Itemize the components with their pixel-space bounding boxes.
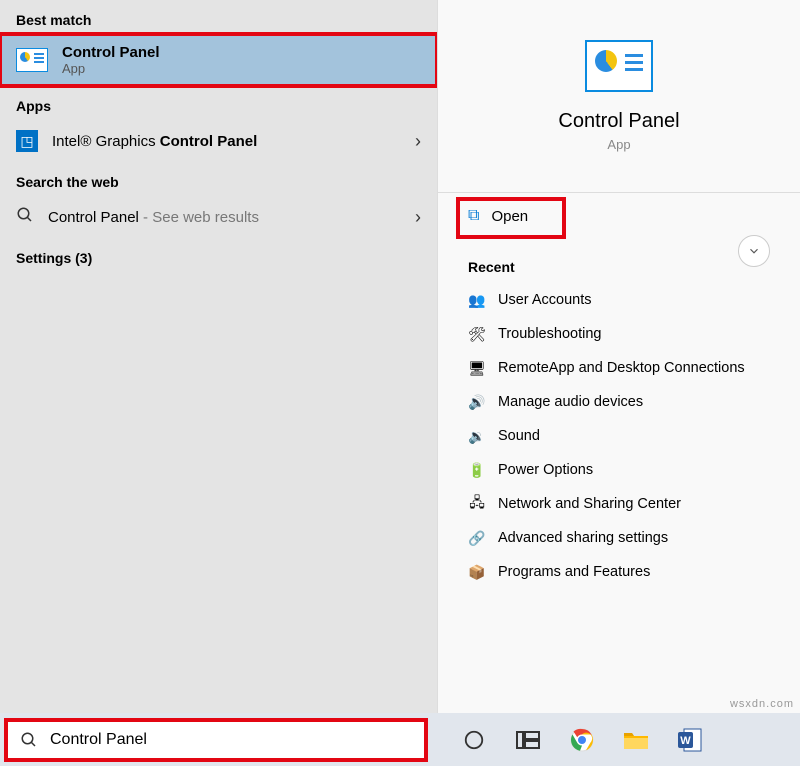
apps-heading: Apps [0, 86, 437, 120]
recent-remoteapp[interactable]: 🖥RemoteApp and Desktop Connections [438, 351, 800, 385]
recent-advanced-sharing[interactable]: 🔗Advanced sharing settings [438, 521, 800, 555]
intel-icon: ◳ [16, 130, 38, 152]
chevron-right-icon: › [415, 207, 421, 228]
best-match-heading: Best match [0, 0, 437, 34]
recent-sound[interactable]: 🔉Sound [438, 419, 800, 453]
search-preview-right-pane: Control Panel App ⧉ Open Recent 👥User Ac… [437, 0, 800, 713]
search-results-left-pane: Best match Control Panel App Apps ◳ Inte… [0, 0, 437, 713]
troubleshooting-icon: 🛠 [468, 325, 486, 343]
control-panel-large-icon [585, 40, 653, 92]
remoteapp-icon: 🖥 [468, 359, 486, 377]
audio-icon: 🔊 [468, 393, 486, 411]
svg-text:W: W [680, 735, 691, 747]
search-input[interactable] [48, 730, 412, 750]
control-panel-icon [16, 48, 48, 72]
apps-result-intel-graphics[interactable]: ◳ Intel® Graphics Control Panel › [0, 120, 437, 162]
watermark: wsxdn.com [730, 698, 794, 710]
best-match-subtitle: App [62, 61, 160, 76]
cortana-button[interactable] [456, 722, 492, 758]
open-icon: ⧉ [468, 207, 479, 225]
user-accounts-icon: 👥 [468, 291, 486, 309]
recent-programs-features[interactable]: 📦Programs and Features [438, 555, 800, 589]
chrome-taskbar-icon[interactable] [564, 722, 600, 758]
best-match-title: Control Panel [62, 44, 160, 61]
best-match-result[interactable]: Control Panel App [0, 34, 437, 86]
recent-network-sharing[interactable]: 🖧Network and Sharing Center [438, 487, 800, 521]
recent-audio-devices[interactable]: 🔊Manage audio devices [438, 385, 800, 419]
sharing-icon: 🔗 [468, 529, 486, 547]
recent-power-options[interactable]: 🔋Power Options [438, 453, 800, 487]
search-icon [16, 206, 34, 228]
search-web-heading: Search the web [0, 162, 437, 196]
settings-heading[interactable]: Settings (3) [0, 238, 437, 272]
preview-subtitle: App [438, 137, 800, 152]
sound-icon: 🔉 [468, 427, 486, 445]
chevron-right-icon: › [415, 131, 421, 152]
recent-troubleshooting[interactable]: 🛠Troubleshooting [438, 317, 800, 351]
taskbar: W [0, 713, 800, 766]
web-result[interactable]: Control Panel - See web results › [0, 196, 437, 238]
taskbar-search-box[interactable] [6, 720, 426, 760]
network-icon: 🖧 [468, 495, 486, 513]
search-icon [20, 731, 38, 749]
file-explorer-taskbar-icon[interactable] [618, 722, 654, 758]
programs-icon: 📦 [468, 563, 486, 581]
open-action[interactable]: ⧉ Open [438, 193, 578, 239]
open-label: Open [491, 208, 528, 225]
preview-title: Control Panel [438, 110, 800, 133]
expand-button[interactable] [738, 235, 770, 267]
power-icon: 🔋 [468, 461, 486, 479]
word-taskbar-icon[interactable]: W [672, 722, 708, 758]
task-view-button[interactable] [510, 722, 546, 758]
recent-user-accounts[interactable]: 👥User Accounts [438, 283, 800, 317]
